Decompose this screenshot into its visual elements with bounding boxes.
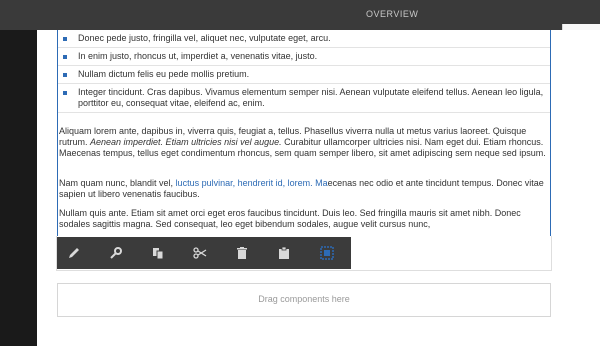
drop-zone-label: Drag components here bbox=[258, 294, 350, 304]
trash-icon[interactable] bbox=[234, 245, 250, 261]
paragraph-3[interactable]: Nullam quis ante. Etiam sit amet orci eg… bbox=[59, 208, 549, 230]
left-rail bbox=[0, 30, 37, 346]
group-icon[interactable] bbox=[319, 245, 335, 261]
clipboard-icon[interactable] bbox=[276, 245, 292, 261]
bullet-icon bbox=[63, 73, 67, 77]
bullet-list: Donec pede justo, fringilla vel, aliquet… bbox=[58, 30, 550, 113]
scissors-icon[interactable] bbox=[192, 245, 208, 261]
paragraph-1[interactable]: Aliquam lorem ante, dapibus in, viverra … bbox=[59, 126, 549, 159]
top-bar: OVERVIEW bbox=[0, 0, 600, 35]
list-item[interactable]: Donec pede justo, fringilla vel, aliquet… bbox=[58, 30, 550, 48]
list-item[interactable]: In enim justo, rhoncus ut, imperdiet a, … bbox=[58, 48, 550, 66]
wrench-icon[interactable] bbox=[108, 245, 124, 261]
drop-zone[interactable]: Drag components here bbox=[57, 283, 551, 317]
text-editor[interactable]: Donec pede justo, fringilla vel, aliquet… bbox=[57, 30, 551, 237]
component-toolbar bbox=[57, 237, 351, 269]
list-item[interactable]: Nullam dictum felis eu pede mollis preti… bbox=[58, 66, 550, 84]
bullet-icon bbox=[63, 55, 67, 59]
copy-icon[interactable] bbox=[150, 245, 166, 261]
pencil-icon[interactable] bbox=[66, 245, 82, 261]
bullet-icon bbox=[63, 37, 67, 41]
list-item[interactable]: Integer tincidunt. Cras dapibus. Vivamus… bbox=[58, 84, 550, 113]
page-title: OVERVIEW bbox=[366, 9, 419, 19]
bullet-icon bbox=[63, 91, 67, 95]
paragraph-2[interactable]: Nam quam nunc, blandit vel, luctus pulvi… bbox=[59, 178, 549, 200]
inline-link[interactable]: luctus pulvinar, hendrerit id, lorem. Ma bbox=[176, 178, 328, 188]
